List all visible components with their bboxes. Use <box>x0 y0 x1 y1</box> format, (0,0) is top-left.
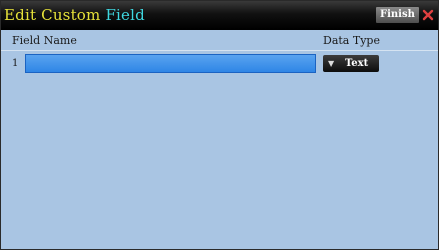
field-name-input[interactable] <box>25 54 316 73</box>
title-text-part2: Field <box>105 6 145 24</box>
close-icon <box>422 9 434 21</box>
finish-button[interactable]: Finish <box>376 7 419 23</box>
close-button[interactable] <box>420 7 436 23</box>
data-type-dropdown[interactable]: ▼ Text <box>323 55 379 72</box>
data-type-value: Text <box>345 58 369 69</box>
title-bar: Edit Custom Field Finish <box>1 1 438 30</box>
chevron-down-icon: ▼ <box>328 58 335 68</box>
row-index: 1 <box>12 58 19 69</box>
dialog-title: Edit Custom Field <box>4 5 145 25</box>
table-header: Field Name Data Type <box>1 30 438 51</box>
edit-custom-field-dialog: Edit Custom Field Finish Field Name Data… <box>0 0 439 250</box>
column-header-field-name: Field Name <box>12 34 77 47</box>
column-header-data-type: Data Type <box>323 34 380 47</box>
title-text-part1: Edit Custom <box>4 6 101 24</box>
